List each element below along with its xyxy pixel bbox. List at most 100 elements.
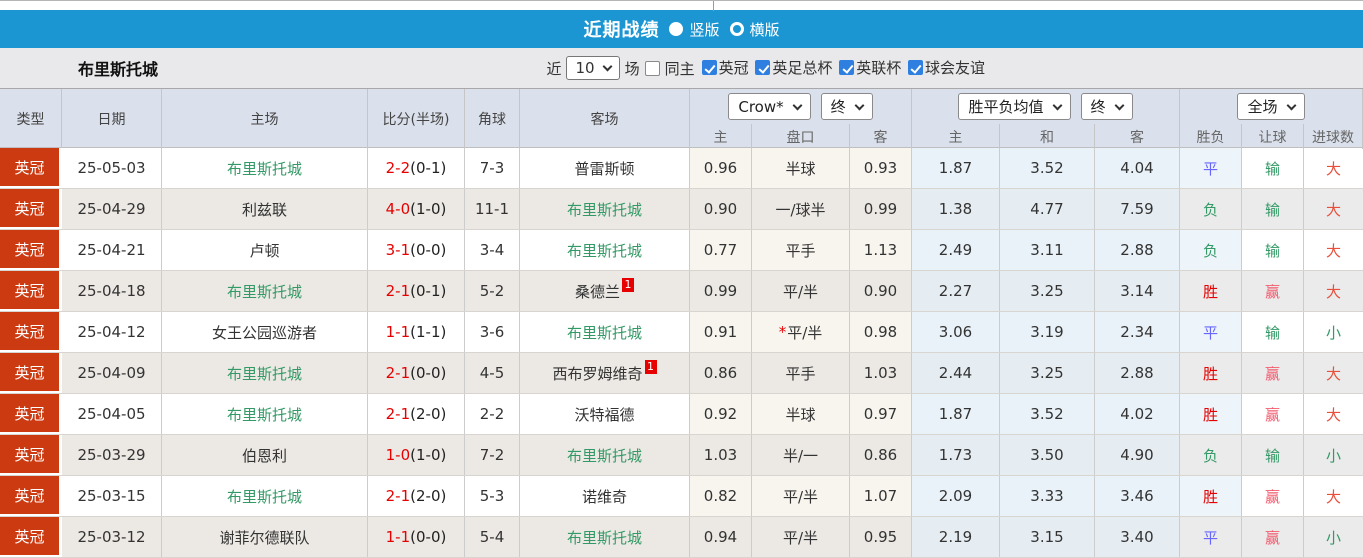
chevron-down-icon	[602, 61, 613, 72]
table-body: 英冠 25-05-03 布里斯托城 2-2 (0-1) 7-3 普雷斯顿 0.96…	[0, 148, 1363, 558]
chevron-down-icon	[1052, 100, 1062, 110]
sub-header-avg-draw: 和	[1000, 124, 1095, 149]
halftime-score: (0-0)	[410, 364, 447, 382]
away-team-cell: 布里斯托城	[520, 517, 690, 557]
radio-selected-icon[interactable]	[669, 22, 684, 36]
handicap-value: 平手	[785, 241, 816, 260]
result-outcome: 平	[1180, 517, 1242, 557]
handicap-value: 半/一	[782, 446, 819, 465]
avg-home-odds: 2.09	[912, 476, 1000, 516]
odds-time-select-1[interactable]: 终	[820, 93, 873, 120]
away-team-cell: 沃特福德	[520, 394, 690, 434]
vertical-layout-label: 竖版	[689, 20, 720, 39]
league-filters: 英冠 英足总杯 英联杯 球会友谊	[700, 57, 985, 79]
home-team-cell: 女王公园巡游者	[162, 312, 368, 352]
league-checkbox[interactable]	[755, 60, 771, 75]
match-type-badge: 英冠	[0, 271, 62, 311]
home-team-cell: 谢菲尔德联队	[162, 517, 368, 557]
score-cell: 1-1 (0-0)	[368, 517, 465, 557]
table-row: 英冠 25-04-09 布里斯托城 2-1 (0-0) 4-5 西布罗姆维奇 1 0…	[0, 353, 1363, 394]
home-team-cell: 布里斯托城	[162, 271, 368, 311]
result-outcome: 负	[1180, 230, 1242, 270]
away-team-name: 布里斯托城	[566, 528, 642, 547]
top-strip	[0, 0, 1363, 11]
home-team-name: 卢顿	[249, 241, 280, 260]
halftime-score: (2-0)	[410, 405, 447, 423]
score-cell: 3-1 (0-0)	[368, 230, 465, 270]
match-date: 25-03-29	[62, 435, 162, 475]
avg-draw-odds: 3.25	[1000, 271, 1095, 311]
goals-outcome: 大	[1325, 241, 1341, 260]
layout-option-vertical[interactable]: 竖版	[669, 19, 720, 40]
col-header-corner: 角球	[465, 89, 520, 149]
table-row: 英冠 25-04-05 布里斯托城 2-1 (2-0) 2-2 沃特福德 0.92…	[0, 394, 1363, 435]
away-team-name: 布里斯托城	[566, 446, 642, 465]
avg-home-odds: 2.49	[912, 230, 1000, 270]
home-odds: 0.86	[690, 353, 752, 393]
same-home-label: 同主	[664, 59, 695, 78]
avg-draw-odds: 3.52	[1000, 394, 1095, 434]
col-header-type: 类型	[0, 89, 62, 149]
league-filter: 英冠	[701, 57, 749, 78]
league-checkbox[interactable]	[839, 60, 855, 75]
avg-draw-odds: 3.11	[1000, 230, 1095, 270]
handicap-value: 平/半	[782, 282, 819, 301]
goals-outcome: 小	[1304, 517, 1363, 557]
match-date: 25-03-12	[62, 517, 162, 557]
handicap-outcome: 赢	[1242, 353, 1304, 393]
odds-time-select-2[interactable]: 终	[1080, 93, 1133, 120]
sub-header-avg-home: 主	[912, 124, 1000, 149]
handicap-outcome: 赢	[1242, 394, 1304, 434]
home-team-cell: 布里斯托城	[162, 353, 368, 393]
section-title-bar: 近期战绩 竖版 横版	[0, 10, 1363, 48]
away-odds: 0.98	[850, 312, 912, 352]
handicap-cell: 半球	[752, 394, 850, 434]
home-team-cell: 伯恩利	[162, 435, 368, 475]
col-header-home: 主场	[162, 89, 368, 149]
avg-away-odds: 2.34	[1095, 312, 1180, 352]
home-odds: 0.91	[690, 312, 752, 352]
league-checkbox[interactable]	[907, 60, 923, 75]
filter-controls: 近 10 场 同主 英冠 英足总杯 英联杯 球会友谊	[546, 56, 985, 80]
match-type-badge: 英冠	[0, 476, 62, 516]
radio-unselected-icon[interactable]	[729, 22, 744, 36]
handicap-outcome: 赢	[1242, 476, 1304, 516]
home-odds: 0.96	[690, 148, 752, 188]
same-home-checkbox[interactable]	[644, 60, 660, 76]
match-type-badge: 英冠	[0, 353, 62, 393]
match-type-badge: 英冠	[0, 312, 62, 352]
home-team-cell: 卢顿	[162, 230, 368, 270]
corners-value: 3-4	[465, 230, 520, 270]
league-filter: 球会友谊	[907, 57, 985, 78]
avg-draw-odds: 3.15	[1000, 517, 1095, 557]
home-odds: 0.82	[690, 476, 752, 516]
avg-draw-odds: 3.33	[1000, 476, 1095, 516]
match-date: 25-04-18	[62, 271, 162, 311]
handicap-value: 一/球半	[775, 200, 826, 219]
handicap-cell: 平手	[752, 230, 850, 270]
avg-odds-select[interactable]: 胜平负均值	[958, 93, 1071, 120]
chevron-down-icon	[854, 100, 865, 110]
handicap-outcome: 输	[1242, 230, 1304, 270]
section-title: 近期战绩	[583, 20, 660, 41]
league-label: 球会友谊	[924, 59, 985, 77]
halftime-score: (2-0)	[410, 487, 447, 505]
odds-company-select[interactable]: Crow*	[728, 93, 811, 120]
home-team-cell: 布里斯托城	[162, 394, 368, 434]
avg-draw-odds: 3.50	[1000, 435, 1095, 475]
scope-select[interactable]: 全场	[1237, 93, 1305, 120]
away-team-cell: 普雷斯顿	[520, 148, 690, 188]
home-team-name: 谢菲尔德联队	[219, 528, 310, 547]
away-team-cell: 布里斯托城	[520, 189, 690, 229]
away-team-name: 西布罗姆维奇	[552, 364, 643, 383]
avg-away-odds: 3.46	[1095, 476, 1180, 516]
fulltime-score: 2-1	[385, 405, 411, 423]
table-row: 英冠 25-03-29 伯恩利 1-0 (1-0) 7-2 布里斯托城 1.03 …	[0, 435, 1363, 476]
layout-option-horizontal[interactable]: 横版	[729, 19, 780, 40]
corners-value: 5-2	[465, 271, 520, 311]
recent-count-select[interactable]: 10	[566, 56, 620, 80]
col-header-score: 比分(半场)	[368, 89, 465, 149]
avg-draw-odds: 3.52	[1000, 148, 1095, 188]
recent-label: 近	[546, 59, 562, 78]
league-checkbox[interactable]	[701, 60, 717, 75]
